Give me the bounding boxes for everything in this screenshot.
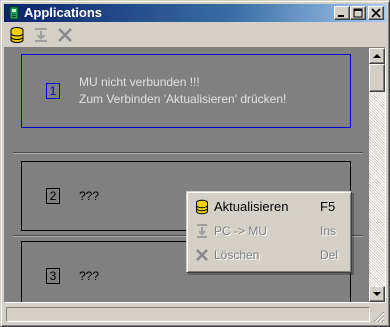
slot-hint-text: Zum Verbinden 'Aktualisieren' drücken!	[79, 92, 287, 106]
slot-text: ???	[79, 269, 100, 283]
database-icon[interactable]	[8, 26, 26, 44]
database-icon	[196, 199, 208, 215]
maximize-button[interactable]	[350, 6, 366, 20]
close-button[interactable]	[368, 6, 384, 20]
cross-icon[interactable]	[56, 26, 74, 44]
scroll-down-button[interactable]	[369, 286, 385, 302]
menu-item-shortcut: F5	[320, 199, 336, 214]
arrow-down-icon	[373, 292, 381, 296]
cross-icon	[196, 249, 208, 261]
window-title: Applications	[24, 5, 103, 20]
arrow-up-icon	[373, 54, 381, 58]
download-icon[interactable]	[32, 26, 50, 44]
scroll-up-button[interactable]	[369, 48, 385, 64]
vertical-scrollbar[interactable]	[369, 48, 385, 302]
menu-item-label: Aktualisieren	[214, 199, 289, 214]
resize-grip-icon[interactable]	[373, 311, 385, 323]
close-icon	[371, 8, 381, 18]
slot-item[interactable]: 1 MU nicht verbunden !!! Zum Verbinden '…	[21, 54, 351, 128]
minimize-button[interactable]	[334, 6, 350, 20]
context-menu: Aktualisieren F5 PC -> MU Ins Löschen De…	[186, 191, 352, 273]
menu-item-label: PC -> MU	[214, 224, 268, 238]
applications-window: Applications 1 MU nicht verbunden !!! Zu…	[0, 0, 390, 327]
menu-item-loeschen[interactable]: Löschen Del	[190, 244, 348, 266]
minimize-icon	[338, 15, 344, 17]
scroll-thumb[interactable]	[369, 64, 385, 92]
status-bar	[4, 305, 386, 324]
slot-number: 1	[46, 83, 60, 99]
maximize-icon	[353, 8, 363, 18]
status-panel	[6, 307, 370, 322]
toolbar	[4, 23, 386, 47]
title-bar[interactable]: Applications	[4, 4, 386, 22]
menu-item-label: Löschen	[214, 248, 260, 262]
download-icon	[197, 224, 207, 238]
separator	[13, 152, 363, 154]
menu-item-shortcut: Del	[320, 248, 339, 262]
slot-status-text: MU nicht verbunden !!!	[79, 75, 200, 89]
menu-item-shortcut: Ins	[320, 224, 337, 238]
menu-item-aktualisieren[interactable]: Aktualisieren F5	[190, 196, 348, 218]
slot-number: 2	[46, 188, 60, 204]
slot-text: ???	[79, 189, 100, 203]
slot-number: 3	[46, 268, 60, 284]
menu-item-pc-to-mu[interactable]: PC -> MU Ins	[190, 220, 348, 242]
app-icon	[9, 6, 19, 20]
